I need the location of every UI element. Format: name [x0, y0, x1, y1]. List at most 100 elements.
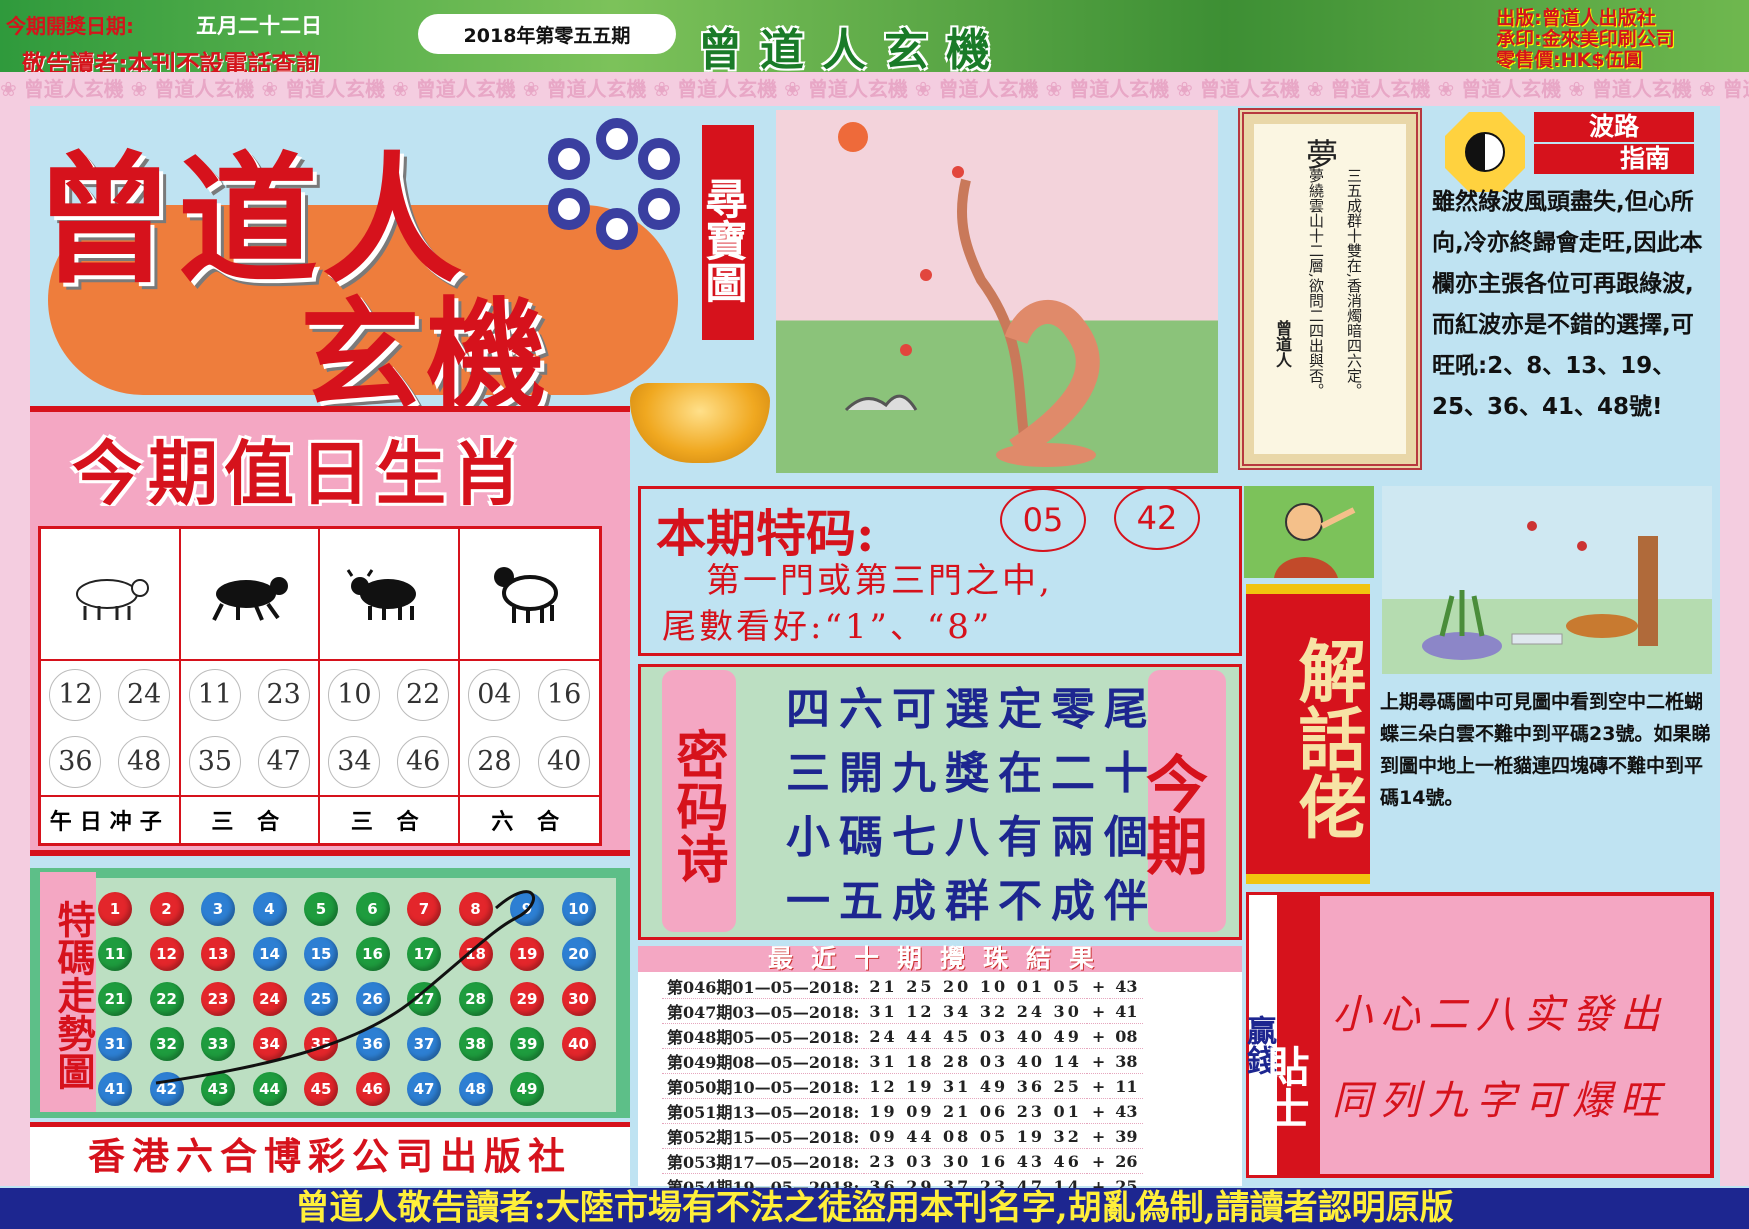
result-plus: + [1091, 1101, 1106, 1121]
issue-number: 2018年第零五五期 [418, 14, 676, 54]
ox-icon [180, 529, 318, 661]
zodiac-number: 23 [257, 668, 310, 721]
watermark-band: ❀ 曾道人玄機 ❀ 曾道人玄機 ❀ 曾道人玄機 ❀ 曾道人玄機 ❀ 曾道人玄機 … [0, 72, 1749, 106]
zodiac-numbers: 12 24 36 48 [41, 661, 179, 797]
special-number-ball: 05 [1000, 488, 1086, 552]
result-plus: + [1091, 1001, 1106, 1021]
bagua-icon [1445, 112, 1525, 192]
result-numbers: 24 44 45 03 40 49 [869, 1026, 1082, 1046]
recent-results-table: 第046期01—05—2018: 21 25 20 10 01 05 +43 第047… [662, 974, 1143, 1199]
result-plus: + [1091, 976, 1106, 996]
open-date-label: 今期開獎日期: [6, 14, 134, 38]
zodiac-numbers: 04 16 28 40 [459, 661, 599, 797]
publisher-info: 出版:曾道人出版社 承印:金來美印刷公司 零售價:HK$伍圓 [1496, 8, 1746, 71]
secret-poem-lines: 四六可選定零尾 三開九獎在二十 小碼七八有兩個 一五成群不成伴 [786, 678, 1157, 934]
result-numbers: 23 03 30 16 43 46 [869, 1151, 1082, 1171]
treasure-map-tag: 尋寶圖 [699, 125, 754, 340]
ox-icon [320, 529, 458, 661]
tips-lines: 小心二八实發出 同列九字可爆旺 [1332, 972, 1668, 1144]
printer-line: 承印:金來美印刷公司 [1496, 28, 1675, 50]
zodiac-number: 36 [49, 735, 102, 788]
win-money-tag: 贏錢 [1241, 892, 1280, 1178]
result-special: 43 [1115, 1101, 1138, 1121]
coin-ring-icon [548, 188, 590, 230]
result-numbers: 19 09 21 06 23 01 [869, 1101, 1082, 1121]
zodiac-column: 04 16 28 40 六 合 [459, 529, 599, 843]
cat-and-bricks-illustration [1422, 521, 1658, 660]
result-row: 第050期10—05—2018: 12 19 31 49 36 25 +11 [662, 1074, 1143, 1099]
poem-signature: 曾道人 [1273, 320, 1292, 368]
result-numbers: 12 19 31 49 36 25 [869, 1076, 1082, 1096]
zodiac-number: 24 [118, 668, 171, 721]
watermark-left-strip [0, 106, 30, 1186]
result-row: 第053期17—05—2018: 23 03 30 16 43 46 +26 [662, 1149, 1143, 1174]
masthead-title: 曾道人玄機 [698, 25, 1008, 76]
special-hint-line1: 第一門或第三門之中, [706, 561, 1053, 601]
result-issue: 第052期15—05—2018: [667, 1128, 860, 1147]
special-code-hint: 第一門或第三門之中, 尾數看好:“1”、“8” [662, 558, 1232, 650]
zodiac-column: 12 24 36 48 午日冲子 [41, 529, 181, 843]
result-issue: 第053期17—05—2018: [667, 1153, 860, 1172]
zodiac-number: 48 [118, 735, 171, 788]
result-issue: 第048期05—05—2018: [667, 1028, 860, 1047]
price-line: 零售價:HK$伍圓 [1496, 49, 1643, 71]
zodiac-numbers: 10 22 34 46 [320, 661, 458, 797]
result-special: 38 [1115, 1051, 1138, 1071]
result-plus: + [1091, 1026, 1106, 1046]
tips-tag: 貼士 [1261, 892, 1316, 1178]
zodiac-numbers: 11 23 35 47 [180, 661, 318, 797]
special-code-title: 本期特码: [656, 504, 875, 563]
result-special: 26 [1115, 1151, 1138, 1171]
zodiac-number: 47 [257, 735, 310, 788]
talk-guy-tag: 解話佬 [1246, 584, 1370, 884]
zodiac-number: 46 [397, 735, 450, 788]
today-tag: 今期 [1135, 670, 1226, 932]
zodiac-number: 11 [188, 668, 241, 721]
last-issue-explanation: 上期尋碼圖中可見圖中看到空中二栣蝴蝶三朵白雲不難中到平碼23號。如果睇到圖中地上… [1380, 691, 1711, 809]
result-special: 08 [1115, 1026, 1138, 1046]
special-number-ball: 42 [1114, 486, 1200, 550]
zodiac-column: 10 22 34 46 三 合 [320, 529, 460, 843]
result-numbers: 31 18 28 03 40 14 [869, 1051, 1082, 1071]
secret-poem-line: 一五成群不成伴 [786, 876, 1157, 927]
zodiac-column: 11 23 35 47 三 合 [180, 529, 320, 843]
zodiac-relation: 六 合 [491, 810, 568, 835]
trend-chart-tag: 特碼走勢圖 [40, 872, 96, 1112]
wave-guide-tag2: 指南 [1534, 144, 1694, 174]
zodiac-number: 35 [188, 735, 241, 788]
zodiac-number: 04 [468, 668, 521, 721]
open-date: 五月二十二日 [196, 14, 322, 38]
secret-poem-line: 四六可選定零尾 [786, 684, 1157, 735]
result-row: 第048期05—05—2018: 24 44 45 03 40 49 +08 [662, 1024, 1143, 1049]
result-row: 第051期13—05—2018: 19 09 21 06 23 01 +43 [662, 1099, 1143, 1124]
zodiac-number: 10 [328, 668, 381, 721]
coin-ring-icon [596, 118, 638, 160]
result-issue: 第049期08—05—2018: [667, 1053, 860, 1072]
yin-yang-icon [1465, 132, 1505, 172]
result-numbers: 09 44 08 05 19 32 [869, 1126, 1082, 1146]
poem-column-a: 三五成群十雙在,香消燭暗四六定。 [1345, 168, 1363, 398]
zodiac-number: 16 [538, 668, 591, 721]
man-figure-icon [1274, 503, 1356, 578]
footer-warning: 曾道人敬告讀者:大陸市場有不法之徒盜用本刊名字,胡亂偽制,請讀者認明原版 [0, 1188, 1749, 1229]
result-plus: + [1091, 1076, 1106, 1096]
publisher-line: 出版:曾道人出版社 [1496, 7, 1656, 29]
secret-poem-tag: 密码诗 [662, 670, 736, 932]
secret-poem-line: 小碼七八有兩個 [786, 812, 1157, 863]
special-hint-line2: 尾數看好:“1”、“8” [662, 607, 993, 647]
result-row: 第047期03—05—2018: 31 12 34 32 24 30 +41 [662, 999, 1143, 1024]
result-numbers: 21 25 20 10 01 05 [869, 976, 1082, 996]
coin-ring-icon [548, 138, 590, 180]
tip-line: 小心二八实發出 [1332, 992, 1668, 1038]
zodiac-relation: 三 合 [350, 810, 427, 835]
zodiac-table: 12 24 36 48 午日冲子 11 23 35 47 三 合 10 22 3… [38, 526, 602, 846]
coin-ring-icon [638, 138, 680, 180]
recent-results-title: 最近十期攪珠結果 [638, 946, 1242, 972]
result-plus: + [1091, 1126, 1106, 1146]
result-special: 41 [1115, 1001, 1138, 1021]
zodiac-relation: 三 合 [211, 810, 288, 835]
result-issue: 第051期13—05—2018: [667, 1103, 860, 1122]
zodiac-relation: 午日冲子 [49, 810, 170, 835]
result-plus: + [1091, 1051, 1106, 1071]
result-issue: 第046期01—05—2018: [667, 978, 860, 997]
